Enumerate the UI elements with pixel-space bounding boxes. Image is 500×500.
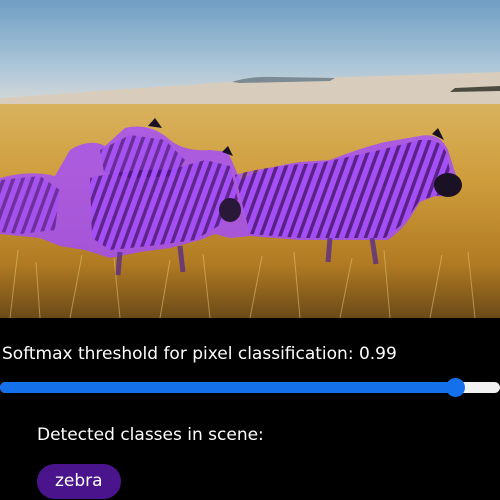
detected-classes-heading: Detected classes in scene:	[37, 425, 264, 445]
threshold-label: Softmax threshold for pixel classificati…	[2, 344, 397, 364]
segmented-camera-image	[0, 0, 500, 318]
segmentation-app: Softmax threshold for pixel classificati…	[0, 0, 500, 500]
slider-thumb[interactable]	[446, 378, 465, 397]
class-chip-zebra[interactable]: zebra	[37, 464, 121, 499]
slider-fill	[0, 382, 455, 393]
camera-view	[0, 0, 500, 318]
detected-classes-list: zebra	[37, 464, 121, 499]
threshold-slider[interactable]	[0, 378, 500, 398]
